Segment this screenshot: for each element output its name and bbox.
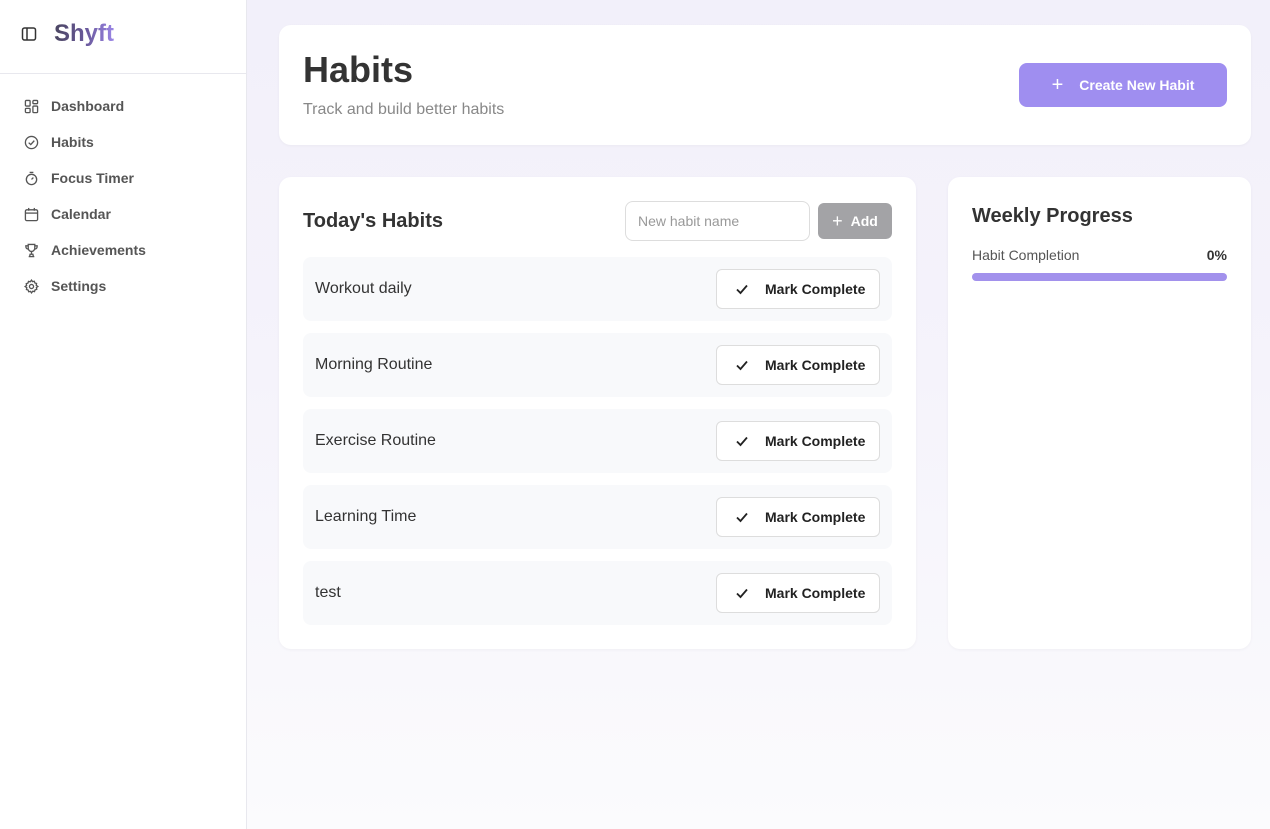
timer-icon [23, 170, 39, 186]
app-logo: Shyft [54, 19, 114, 47]
mark-complete-label: Mark Complete [765, 433, 866, 449]
sidebar-item-label: Calendar [51, 206, 111, 222]
plus-icon: + [1051, 74, 1064, 96]
main-content: Habits Track and build better habits + C… [247, 0, 1270, 829]
habit-name: Workout daily [315, 280, 412, 297]
list-item: Morning Routine Mark Complete [303, 333, 892, 397]
habit-completion-value: 0% [1206, 247, 1227, 263]
list-item: Workout daily Mark Complete [303, 257, 892, 321]
list-item: Exercise Routine Mark Complete [303, 409, 892, 473]
mark-complete-button[interactable]: Mark Complete [716, 421, 880, 461]
gear-icon [23, 278, 39, 294]
mark-complete-button[interactable]: Mark Complete [716, 497, 880, 537]
sidebar-item-label: Achievements [51, 242, 146, 258]
sidebar-item-label: Focus Timer [51, 170, 134, 186]
page-header: Habits Track and build better habits + C… [279, 25, 1251, 145]
sidebar-nav: Dashboard Habits Focus Timer Calendar Ac… [0, 74, 246, 304]
sidebar: Shyft Dashboard Habits Focus Timer Calen… [0, 0, 247, 829]
habit-name: Morning Routine [315, 356, 433, 373]
habit-list: Workout daily Mark Complete Morning Rout… [303, 257, 892, 637]
weekly-progress-card: Weekly Progress Habit Completion 0% [948, 177, 1251, 649]
page-title: Habits [303, 49, 414, 90]
sidebar-item-label: Settings [51, 278, 107, 294]
sidebar-item-settings[interactable]: Settings [0, 268, 246, 304]
dashboard-icon [23, 98, 39, 114]
calendar-icon [23, 206, 39, 222]
todays-habits-card: Today's Habits + Add Workout daily Mark … [279, 177, 916, 649]
weekly-progress-title: Weekly Progress [972, 205, 1133, 227]
trophy-icon [23, 242, 39, 258]
sidebar-item-calendar[interactable]: Calendar [0, 196, 246, 232]
sidebar-item-habits[interactable]: Habits [0, 124, 246, 160]
list-item: Learning Time Mark Complete [303, 485, 892, 549]
sidebar-toggle-icon[interactable] [20, 25, 38, 43]
todays-habits-title: Today's Habits [303, 210, 443, 232]
create-new-habit-label: Create New Habit [1079, 77, 1195, 93]
sidebar-item-achievements[interactable]: Achievements [0, 232, 246, 268]
habit-completion-label: Habit Completion [972, 247, 1080, 263]
mark-complete-label: Mark Complete [765, 509, 866, 525]
mark-complete-button[interactable]: Mark Complete [716, 269, 880, 309]
mark-complete-label: Mark Complete [765, 281, 866, 297]
mark-complete-button[interactable]: Mark Complete [716, 573, 880, 613]
progress-bar [972, 273, 1227, 281]
check-icon [735, 358, 749, 372]
check-icon [735, 434, 749, 448]
sidebar-item-label: Dashboard [51, 98, 125, 114]
list-item: test Mark Complete [303, 561, 892, 625]
page-subtitle: Track and build better habits [303, 101, 505, 118]
add-habit-button[interactable]: + Add [818, 203, 892, 239]
plus-icon: + [832, 211, 843, 231]
check-circle-icon [23, 134, 39, 150]
habit-name: Exercise Routine [315, 432, 436, 449]
mark-complete-label: Mark Complete [765, 585, 866, 601]
check-icon [735, 510, 749, 524]
sidebar-item-dashboard[interactable]: Dashboard [0, 88, 246, 124]
add-habit-label: Add [850, 213, 878, 229]
mark-complete-label: Mark Complete [765, 357, 866, 373]
habit-name: Learning Time [315, 508, 417, 525]
habit-name: test [315, 584, 341, 601]
check-icon [735, 282, 749, 296]
sidebar-item-focus-timer[interactable]: Focus Timer [0, 160, 246, 196]
create-new-habit-button[interactable]: + Create New Habit [1019, 63, 1227, 107]
new-habit-input[interactable] [625, 201, 810, 241]
mark-complete-button[interactable]: Mark Complete [716, 345, 880, 385]
check-icon [735, 586, 749, 600]
sidebar-item-label: Habits [51, 134, 94, 150]
brand: Shyft [0, 0, 246, 74]
